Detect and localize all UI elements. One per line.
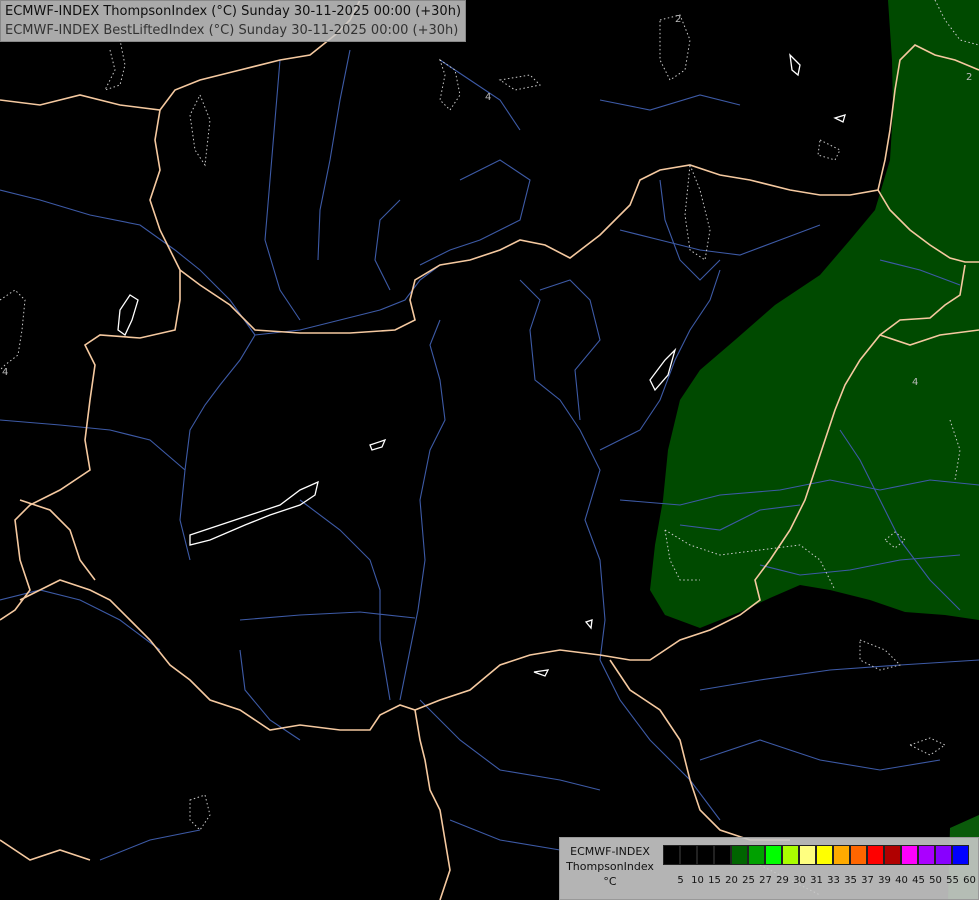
legend-tick-label: 5 <box>677 875 684 886</box>
legend-tick-label: 31 <box>810 875 823 886</box>
legend-tick-label: 33 <box>827 875 840 886</box>
legend-color-cell <box>918 845 935 865</box>
legend-unit: °C <box>603 875 617 888</box>
contour-label: 2 <box>675 14 681 25</box>
legend-color-cell <box>680 845 697 865</box>
legend-tick-label: 10 <box>691 875 704 886</box>
legend-tick-label: 39 <box>878 875 891 886</box>
legend-color-cell <box>663 845 680 865</box>
legend-color-bar <box>663 845 969 865</box>
legend-tick-label: 20 <box>725 875 738 886</box>
legend-color-cell <box>714 845 731 865</box>
legend-tick-label: 55 <box>946 875 959 886</box>
legend-tick-labels: 5 10 15 20 25 27 29 30 31 33 35 37 39 40 45 50 55 60 <box>672 875 978 886</box>
legend-color-cell <box>867 845 884 865</box>
legend-color-cell <box>816 845 833 865</box>
contour-label: 4 <box>2 367 8 378</box>
legend-tick-label: 15 <box>708 875 721 886</box>
legend-tick-label: 30 <box>793 875 806 886</box>
legend-tick-label: 29 <box>776 875 789 886</box>
legend-tick-label: 60 <box>963 875 976 886</box>
weather-map: 4 2 4 4 2 <box>0 0 979 900</box>
legend-tick-label: 37 <box>861 875 874 886</box>
legend-color-cell <box>697 845 714 865</box>
map-title: ECMWF-INDEX ThompsonIndex (°C) Sunday 30… <box>0 0 467 42</box>
legend-color-cell <box>884 845 901 865</box>
title-best-lifted-index: ECMWF-INDEX BestLiftedIndex (°C) Sunday … <box>5 23 459 38</box>
legend-color-cell <box>901 845 918 865</box>
legend-color-cell <box>935 845 952 865</box>
legend-color-cell <box>952 845 969 865</box>
legend-color-cell <box>782 845 799 865</box>
legend-tick-label: 45 <box>912 875 925 886</box>
legend-color-cell <box>833 845 850 865</box>
contour-label: 4 <box>485 92 491 103</box>
contour-label: 4 <box>912 377 918 388</box>
title-thompson-index: ECMWF-INDEX ThompsonIndex (°C) Sunday 30… <box>5 4 462 19</box>
color-legend: ECMWF-INDEX ThompsonIndex °C 5 10 15 20 25 27… <box>559 837 979 900</box>
legend-color-cell <box>799 845 816 865</box>
legend-model: ECMWF-INDEX <box>570 845 650 858</box>
legend-color-cell <box>850 845 867 865</box>
legend-title: ECMWF-INDEX ThompsonIndex °C <box>562 844 658 889</box>
contour-label: 2 <box>966 72 972 83</box>
legend-tick-label: 40 <box>895 875 908 886</box>
legend-tick-label: 27 <box>759 875 772 886</box>
legend-color-cell <box>765 845 782 865</box>
legend-color-cell <box>748 845 765 865</box>
legend-tick-label: 35 <box>844 875 857 886</box>
legend-tick-label: 25 <box>742 875 755 886</box>
legend-color-cell <box>731 845 748 865</box>
legend-tick-label: 50 <box>929 875 942 886</box>
legend-index: ThompsonIndex <box>566 860 654 873</box>
